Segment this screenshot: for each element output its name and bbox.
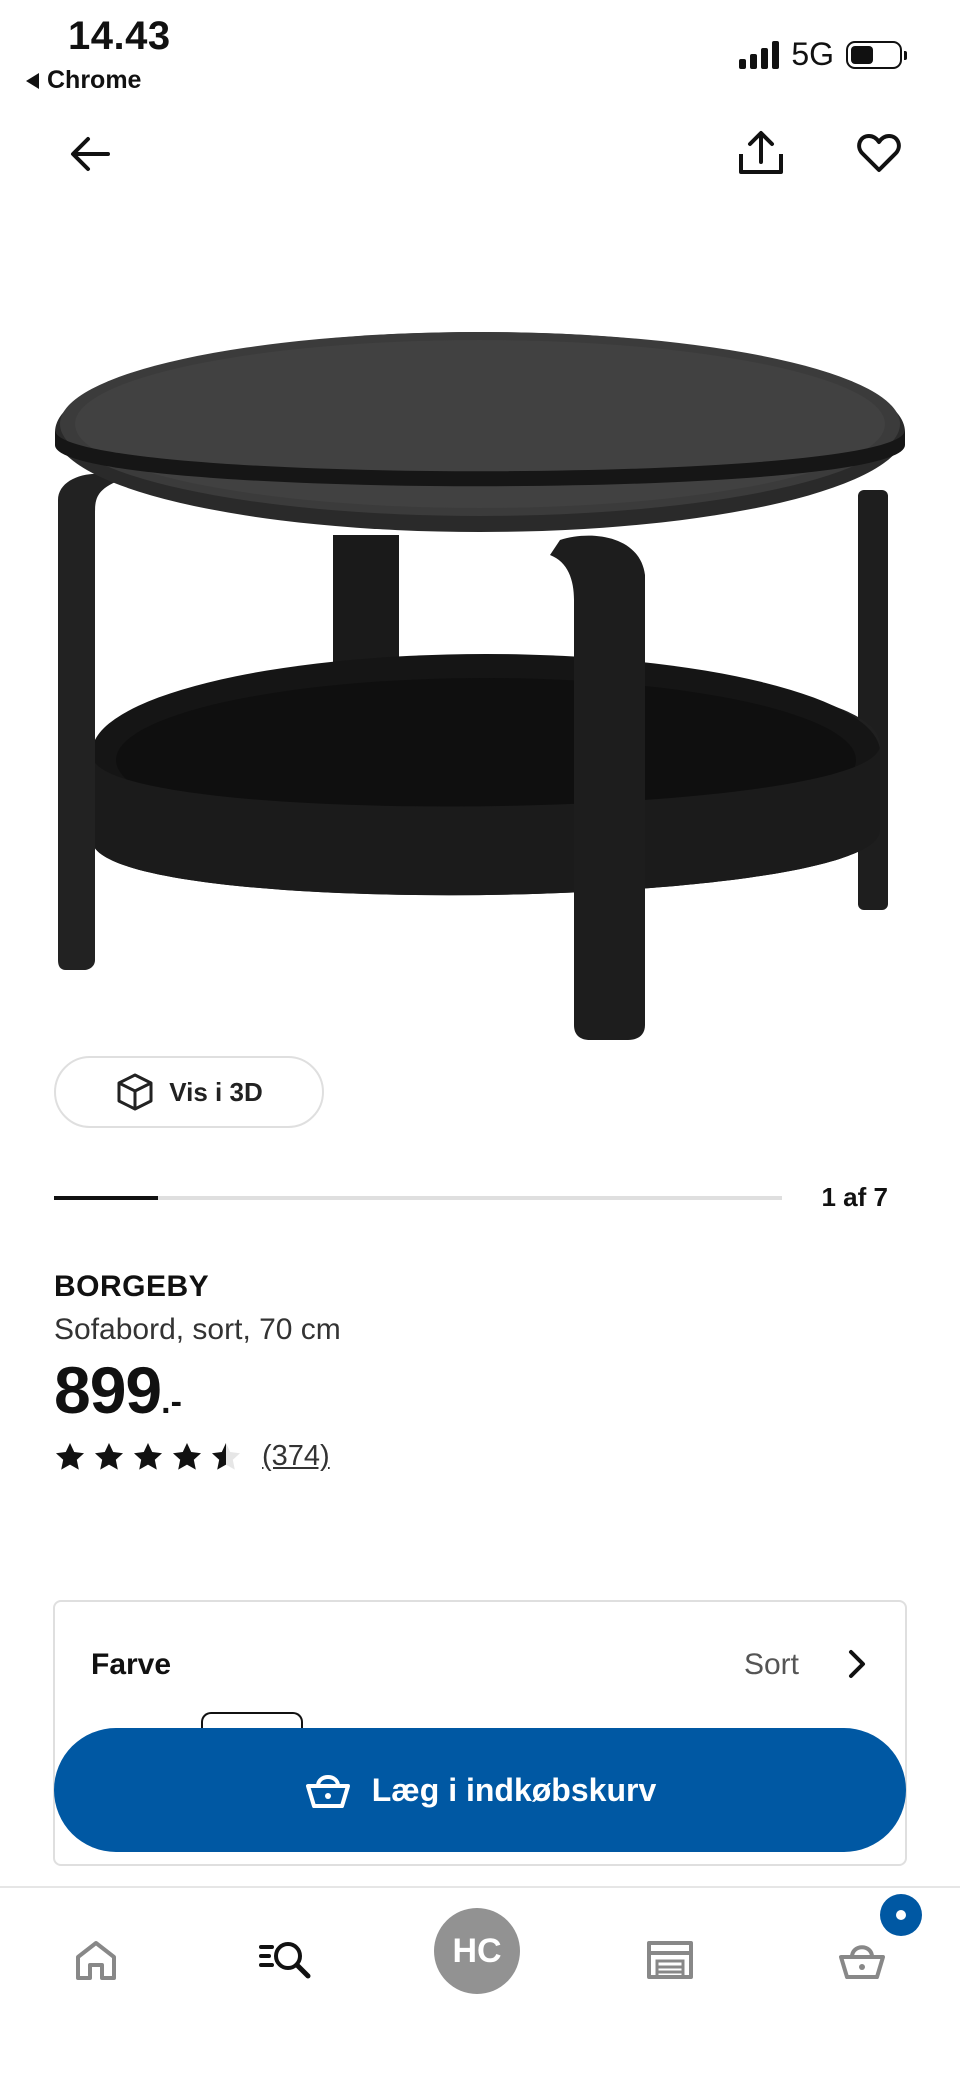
gallery-counter: 1 af 7 bbox=[821, 1182, 889, 1212]
add-to-cart-button[interactable]: Læg i indkøbskurv bbox=[54, 1728, 906, 1852]
view-in-3d-label: Vis i 3D bbox=[169, 1076, 263, 1107]
back-to-app-link[interactable]: Chrome bbox=[26, 66, 141, 95]
star-icon bbox=[95, 1442, 123, 1470]
star-icon bbox=[212, 1442, 240, 1470]
price-value: 899 bbox=[54, 1353, 162, 1427]
favorite-button[interactable] bbox=[848, 122, 910, 184]
star-icon bbox=[173, 1442, 201, 1470]
back-button[interactable] bbox=[60, 124, 120, 184]
add-to-cart-label: Læg i indkøbskurv bbox=[371, 1771, 657, 1808]
rating-stars bbox=[54, 1441, 242, 1473]
review-count-link[interactable]: (374) bbox=[262, 1440, 330, 1473]
cart-icon bbox=[839, 1945, 885, 1979]
share-button[interactable] bbox=[730, 122, 792, 184]
star-icon bbox=[56, 1442, 84, 1470]
back-triangle-icon bbox=[26, 72, 39, 89]
back-app-label: Chrome bbox=[47, 66, 142, 94]
star-icon bbox=[134, 1442, 162, 1470]
status-time: 14.43 bbox=[68, 14, 171, 58]
color-label: Farve bbox=[91, 1648, 172, 1681]
cube-icon bbox=[117, 1073, 153, 1111]
profile-avatar[interactable]: HC bbox=[434, 1908, 520, 1994]
gallery-progress-track bbox=[54, 1196, 782, 1200]
status-indicators: 5G bbox=[739, 36, 907, 73]
product-name: BORGEBY bbox=[54, 1270, 210, 1303]
gallery-progress-bar bbox=[54, 1196, 158, 1200]
price-suffix: .- bbox=[161, 1383, 182, 1421]
product-description: Sofabord, sort, 70 cm bbox=[54, 1313, 341, 1346]
basket-icon bbox=[305, 1775, 350, 1808]
nav-search[interactable] bbox=[236, 1910, 336, 2010]
color-value: Sort bbox=[743, 1648, 799, 1681]
bottom-navigation: HC bbox=[0, 1886, 960, 2077]
cart-badge bbox=[880, 1894, 922, 1936]
arrow-left-icon bbox=[71, 137, 110, 171]
battery-icon bbox=[846, 40, 907, 69]
search-icon bbox=[259, 1942, 311, 1979]
coffee-table-image bbox=[55, 332, 905, 1040]
product-image[interactable] bbox=[0, 300, 960, 1080]
network-type: 5G bbox=[791, 36, 834, 72]
home-icon bbox=[76, 1941, 116, 1980]
store-icon bbox=[647, 1941, 693, 1979]
chevron-right-icon bbox=[849, 1650, 865, 1678]
signal-icon bbox=[739, 40, 780, 69]
product-price: 899 .- bbox=[54, 1352, 182, 1428]
product-rating[interactable]: (374) bbox=[54, 1440, 330, 1473]
nav-store[interactable] bbox=[620, 1910, 720, 2010]
share-icon bbox=[739, 131, 783, 174]
heart-icon bbox=[857, 134, 901, 172]
view-in-3d-button[interactable]: Vis i 3D bbox=[54, 1056, 324, 1128]
nav-home[interactable] bbox=[46, 1910, 146, 2010]
